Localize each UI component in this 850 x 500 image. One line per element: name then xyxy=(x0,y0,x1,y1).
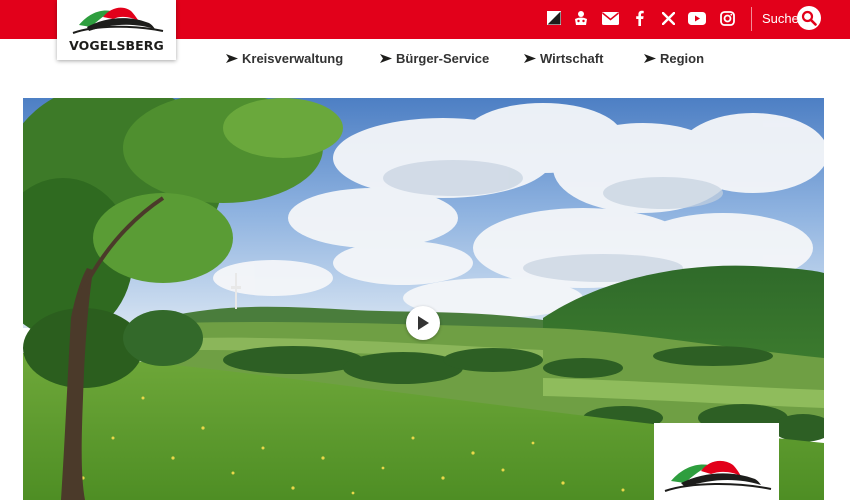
search-label[interactable]: Suche xyxy=(762,11,799,26)
x-icon[interactable] xyxy=(657,8,679,28)
search-icon xyxy=(801,10,817,26)
nav-item-label: Region xyxy=(660,51,705,66)
youtube-icon[interactable] xyxy=(686,8,708,28)
facebook-icon[interactable] xyxy=(628,8,650,28)
logo-mark-icon xyxy=(664,460,772,492)
nav-item-kreisverwaltung[interactable]: Kreisverwaltung xyxy=(226,51,343,66)
arrow-right-icon xyxy=(524,53,536,63)
video-play-button[interactable] xyxy=(406,306,440,340)
nav-item-wirtschaft[interactable]: Wirtschaft xyxy=(524,51,603,66)
nav-item-buerger-service[interactable]: Bürger-Service xyxy=(380,51,489,66)
sign-language-icon[interactable] xyxy=(570,8,592,28)
email-icon[interactable] xyxy=(599,8,621,28)
nav-item-label: Bürger-Service xyxy=(396,51,490,66)
instagram-icon[interactable] xyxy=(716,8,738,28)
nav-item-label: Wirtschaft xyxy=(540,51,604,66)
arrow-right-icon xyxy=(380,53,392,63)
nav-item-label: Kreisverwaltung xyxy=(242,51,344,66)
logo-text: VOGELSBERG xyxy=(69,38,164,53)
play-icon xyxy=(418,316,429,330)
nav-item-region[interactable]: Region xyxy=(644,51,704,66)
logo-mark-icon xyxy=(72,7,164,34)
arrow-right-icon xyxy=(644,53,656,63)
arrow-right-icon xyxy=(226,53,238,63)
site-logo[interactable]: VOGELSBERG xyxy=(57,0,176,60)
search-button[interactable] xyxy=(797,6,821,30)
corner-logo xyxy=(654,423,779,500)
contrast-icon[interactable] xyxy=(543,8,565,28)
header-divider xyxy=(751,7,752,31)
